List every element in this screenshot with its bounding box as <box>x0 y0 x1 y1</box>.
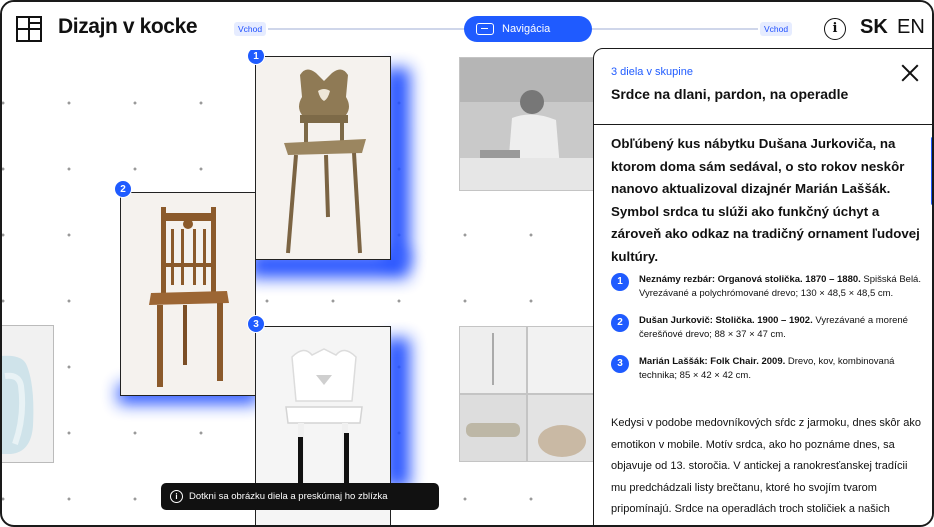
site-title[interactable]: Dizajn v kocke <box>58 15 198 39</box>
artwork-thumb-c[interactable] <box>459 394 527 462</box>
carved-chair-image <box>256 57 390 259</box>
work-title: Neznámy rezbár: Organová stolička. 1870 … <box>639 274 864 285</box>
panel-header: 3 diela v skupine Srdce na dlani, pardon… <box>594 49 932 125</box>
artwork-badge-3[interactable]: 3 <box>247 315 265 333</box>
works-list: 1 Neznámy rezbár: Organová stolička. 187… <box>611 273 923 396</box>
artwork-badge-2[interactable]: 2 <box>114 180 132 198</box>
artwork-thumb-d[interactable] <box>527 394 595 462</box>
artwork-thumb-b[interactable] <box>527 326 595 394</box>
thumb-a-image <box>492 333 494 385</box>
thumb-d-image <box>538 425 586 457</box>
artwork-card-2[interactable] <box>120 192 256 396</box>
thumb-c-image <box>466 423 520 437</box>
jurkovic-chair-image <box>121 193 255 395</box>
work-title: Dušan Jurkovič: Stolička. 1900 – 1902. <box>639 315 816 326</box>
cube-logo-icon[interactable] <box>16 16 42 42</box>
language-sk[interactable]: SK <box>860 16 888 39</box>
work-item-2[interactable]: 2 Dušan Jurkovič: Stolička. 1900 – 1902.… <box>611 314 923 342</box>
info-button-icon[interactable]: i <box>824 18 846 40</box>
work-number-badge: 3 <box>611 355 629 373</box>
vase-image <box>2 355 34 454</box>
artwork-vase[interactable] <box>2 325 54 463</box>
navigation-button[interactable]: Navigácia <box>464 16 592 42</box>
top-bar: Dizajn v kocke Vchod Navigácia Vchod i S… <box>2 2 932 50</box>
language-en[interactable]: EN <box>897 16 925 39</box>
hint-text: Dotkni sa obrázku diela a preskúmaj ho z… <box>189 491 388 502</box>
navigation-label: Navigácia <box>502 23 551 35</box>
artwork-card-1[interactable] <box>255 56 391 260</box>
entrance-chip-right[interactable]: Vchod <box>760 22 793 36</box>
panel-body-text: Kedysi v podobe medovníkových sŕdc z jar… <box>611 417 921 525</box>
work-number-badge: 1 <box>611 273 629 291</box>
work-title: Marián Laššák: Folk Chair. 2009. <box>639 356 788 367</box>
info-icon: i <box>170 490 183 503</box>
group-count: 3 diela v skupine <box>611 66 693 78</box>
navigation-arrows-icon <box>476 23 494 35</box>
work-item-3[interactable]: 3 Marián Laššák: Folk Chair. 2009. Drevo… <box>611 355 923 383</box>
panel-title: Srdce na dlani, pardon, na operadle <box>611 86 849 102</box>
photo-man-image <box>460 58 594 190</box>
hint-tooltip: i Dotkni sa obrázku diela a preskúmaj ho… <box>161 483 439 510</box>
artwork-thumb-a[interactable] <box>459 326 527 394</box>
app-frame: 1 2 3 i Dotkni sa obrázku diela a preskú… <box>0 0 934 527</box>
work-item-1[interactable]: 1 Neznámy rezbár: Organová stolička. 187… <box>611 273 923 301</box>
close-icon[interactable] <box>898 61 922 85</box>
group-detail-panel: 3 diela v skupine Srdce na dlani, pardon… <box>593 48 932 525</box>
entrance-chip-left[interactable]: Vchod <box>234 22 267 36</box>
artwork-photo-man[interactable] <box>459 57 595 191</box>
work-number-badge: 2 <box>611 314 629 332</box>
panel-lead-text: Obľúbený kus nábytku Dušana Jurkoviča, n… <box>611 136 920 264</box>
